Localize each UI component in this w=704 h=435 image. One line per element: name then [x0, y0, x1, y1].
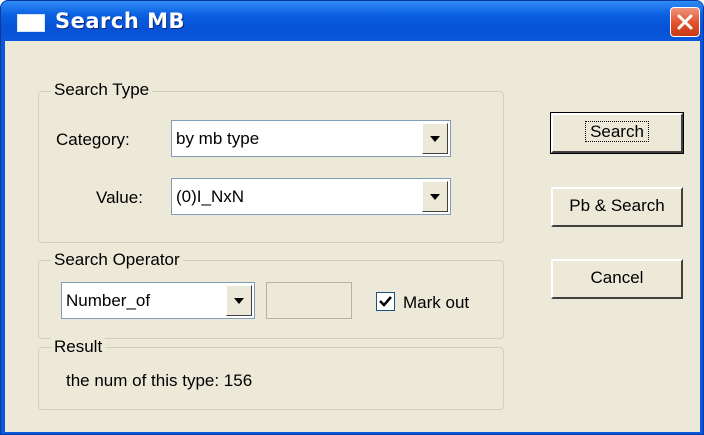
checkmark-icon	[379, 296, 392, 307]
search-type-label: Search Type	[51, 80, 153, 100]
category-label: Category:	[56, 130, 130, 149]
search-mb-dialog: Search MB Search Type Category: by mb ty…	[0, 0, 704, 435]
mark-out-label[interactable]: Mark out	[403, 293, 469, 313]
value-label: Value:	[96, 188, 143, 207]
window-title: Search MB	[55, 9, 186, 33]
category-dropdown[interactable]: by mb type	[171, 120, 451, 157]
chevron-down-icon	[430, 135, 440, 142]
value-dropdown-arrow[interactable]	[422, 181, 448, 212]
search-type-group	[38, 91, 504, 243]
cancel-button[interactable]: Cancel	[551, 259, 683, 299]
search-operator-label: Search Operator	[51, 250, 183, 270]
close-icon	[677, 14, 693, 30]
result-label: Result	[51, 337, 106, 357]
operator-dropdown-arrow[interactable]	[226, 285, 252, 316]
value-dropdown[interactable]: (0)I_NxN	[171, 178, 451, 215]
number-input[interactable]	[266, 282, 352, 319]
close-button[interactable]	[670, 7, 700, 37]
operator-dropdown[interactable]: Number_of	[61, 282, 255, 319]
title-bar[interactable]: Search MB	[1, 1, 703, 41]
search-button-label: Search	[585, 121, 649, 142]
dialog-body: Search Type Category: by mb type Value: …	[5, 41, 700, 432]
value-value: (0)I_NxN	[176, 187, 245, 206]
category-dropdown-arrow[interactable]	[422, 123, 448, 154]
mark-out-checkbox[interactable]	[376, 292, 395, 311]
category-value: by mb type	[176, 129, 260, 148]
search-button[interactable]: Search	[550, 112, 684, 154]
chevron-down-icon	[430, 193, 440, 200]
pb-search-button[interactable]: Pb & Search	[551, 187, 683, 227]
operator-value: Number_of	[66, 291, 151, 310]
result-text: the num of this type: 156	[66, 371, 253, 390]
window-icon	[17, 14, 45, 32]
chevron-down-icon	[234, 297, 244, 304]
